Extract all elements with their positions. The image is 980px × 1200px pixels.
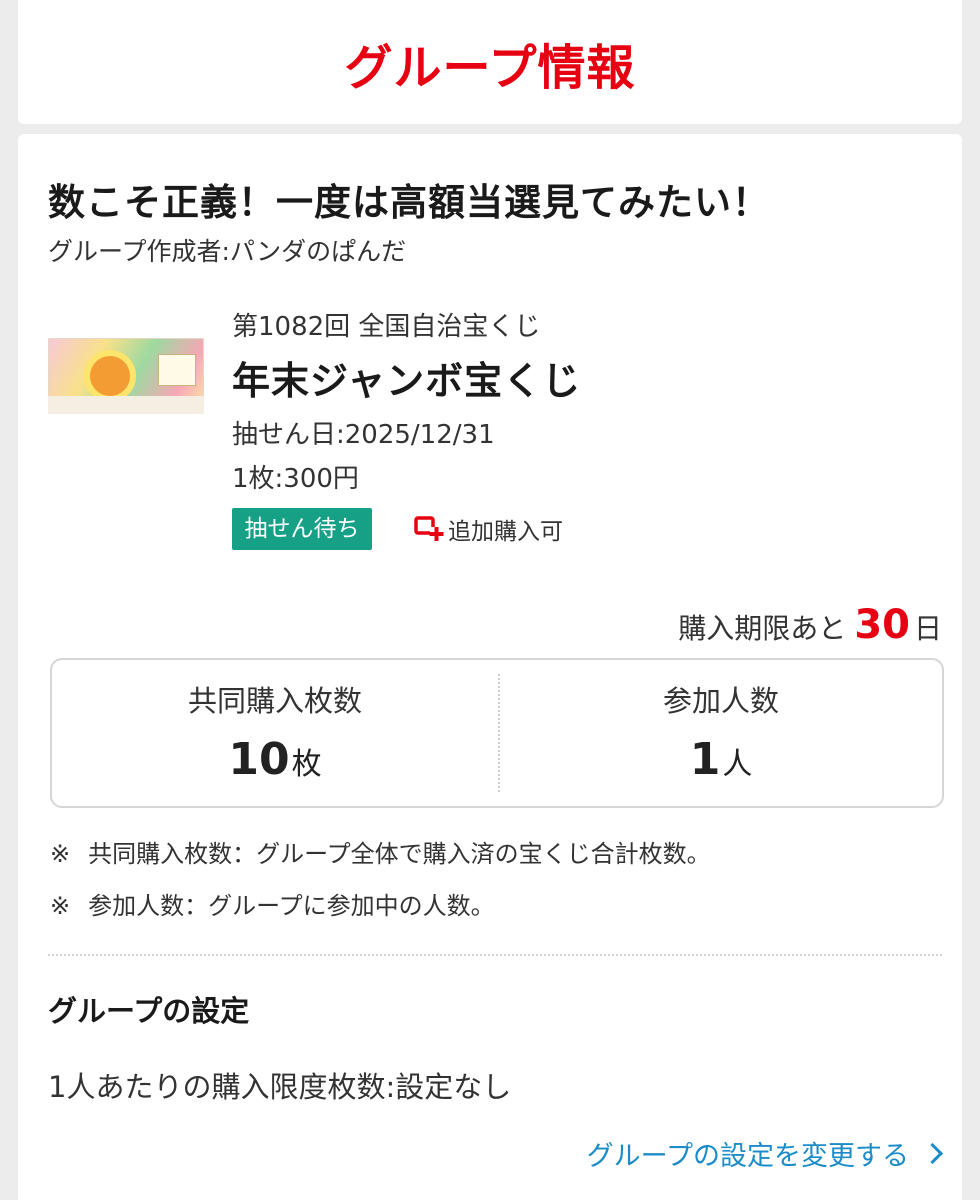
group-name: 数こそ正義！一度は高額当選見てみたい！ [48, 181, 770, 224]
members-stat: 参加人数 1人 [498, 660, 944, 785]
page-title: グループ情報 [344, 40, 636, 96]
joint-purchase-unit: 枚 [291, 747, 322, 782]
note-mark: ※ [50, 892, 71, 920]
section-divider [48, 954, 942, 956]
joint-purchase-stat: 共同購入枚数 10枚 [52, 660, 498, 785]
deadline-prefix: 購入期限あと [678, 612, 847, 645]
members-unit: 人 [722, 747, 753, 782]
note-mark: ※ [50, 840, 71, 868]
ticket-price: 1枚:300円 [232, 464, 359, 494]
note-members: ※ 参加人数：グループに参加中の人数。 [50, 886, 495, 921]
ticket-illustration [90, 356, 130, 396]
purchase-deadline: 購入期限あと 30 日 [678, 602, 942, 648]
group-creator: グループ作成者:パンダのぱんだ [48, 237, 407, 266]
additional-purchase-label: 追加購入可 [448, 519, 563, 545]
members-value: 1 [689, 734, 721, 785]
joint-purchase-label: 共同購入枚数 [187, 684, 362, 718]
stats-box: 共同購入枚数 10枚 参加人数 1人 [50, 658, 944, 808]
chevron-right-icon [921, 1142, 944, 1165]
status-badge: 抽せん待ち [232, 508, 372, 550]
deadline-suffix: 日 [913, 612, 942, 645]
ticket-number-panel [158, 354, 196, 386]
joint-purchase-value-wrap: 10枚 [52, 734, 498, 785]
members-label: 参加人数 [662, 684, 779, 718]
draw-date: 抽せん日:2025/12/31 [232, 420, 495, 450]
cart-plus-icon [414, 515, 444, 543]
header-card: グループ情報 [18, 0, 962, 124]
note-joint-text: 共同購入枚数：グループ全体で購入済の宝くじ合計枚数。 [88, 840, 711, 868]
change-settings-label[interactable]: グループの設定を変更する [587, 1134, 909, 1173]
change-settings-link[interactable]: グループの設定を変更する [587, 1134, 944, 1173]
lottery-round: 第1082回 全国自治宝くじ [232, 312, 541, 342]
lottery-ticket-image [48, 338, 204, 414]
ticket-band [48, 396, 204, 414]
joint-purchase-value: 10 [228, 734, 290, 785]
settings-title: グループの設定 [48, 994, 250, 1028]
purchase-limit: 1人あたりの購入限度枚数:設定なし [48, 1070, 512, 1104]
note-joint-purchase: ※ 共同購入枚数：グループ全体で購入済の宝くじ合計枚数。 [50, 834, 711, 869]
lottery-name: 年末ジャンボ宝くじ [232, 359, 582, 403]
members-value-wrap: 1人 [498, 734, 944, 785]
group-info-card: 数こそ正義！一度は高額当選見てみたい！ グループ作成者:パンダのぱんだ 第108… [18, 134, 962, 1200]
note-members-text: 参加人数：グループに参加中の人数。 [88, 892, 495, 920]
additional-purchase-indicator: 追加購入可 [414, 514, 563, 545]
deadline-days: 30 [854, 602, 910, 648]
